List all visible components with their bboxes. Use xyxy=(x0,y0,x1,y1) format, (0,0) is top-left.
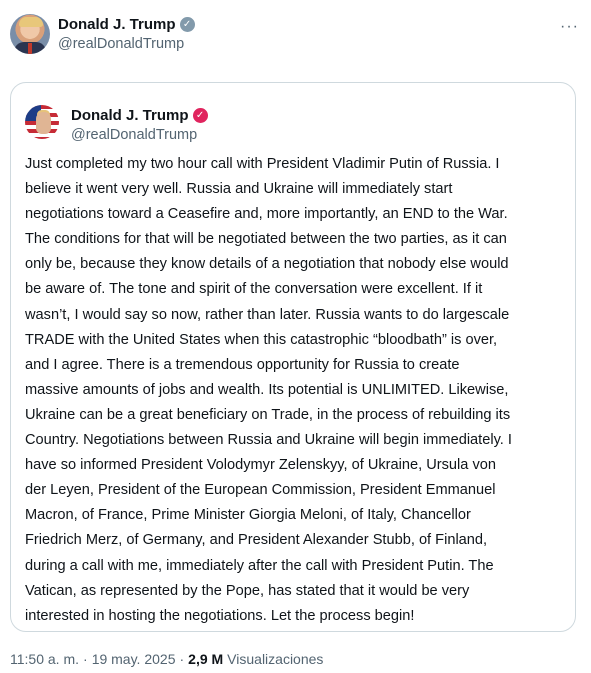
quoted-author-avatar[interactable] xyxy=(25,105,59,139)
post-time[interactable]: 11:50 a. m. xyxy=(10,651,79,667)
quoted-author-name[interactable]: Donald J. Trump xyxy=(71,107,189,124)
quoted-post-card[interactable]: Donald J. Trump ✓ @realDonaldTrump Just … xyxy=(10,82,576,632)
avatar-hair xyxy=(19,17,43,27)
author-avatar[interactable] xyxy=(10,14,50,54)
meta-separator: · xyxy=(83,651,88,667)
author-name[interactable]: Donald J. Trump xyxy=(58,16,176,33)
views-label: Visualizaciones xyxy=(227,651,324,667)
avatar-tie xyxy=(28,43,32,54)
quoted-author-name-row: Donald J. Trump ✓ xyxy=(71,107,208,124)
avatar-face xyxy=(36,112,51,134)
check-badge-icon: ✓ xyxy=(179,17,195,32)
post-date[interactable]: 19 may. 2025 xyxy=(92,651,176,667)
quoted-author-handle[interactable]: @realDonaldTrump xyxy=(71,127,197,143)
more-dots-icon[interactable]: ··· xyxy=(560,18,579,36)
author-handle[interactable]: @realDonaldTrump xyxy=(58,36,184,52)
check-badge-icon: ✓ xyxy=(192,108,208,123)
post-meta: 11:50 a. m. · 19 may. 2025 · 2,9 M Visua… xyxy=(10,651,323,667)
views-count[interactable]: 2,9 M xyxy=(188,651,223,667)
meta-separator: · xyxy=(179,651,185,667)
author-name-row: Donald J. Trump ✓ xyxy=(58,16,195,33)
quoted-post-text: Just completed my two hour call with Pre… xyxy=(25,156,512,624)
post-header: Donald J. Trump ✓ @realDonaldTrump ··· xyxy=(10,14,581,58)
